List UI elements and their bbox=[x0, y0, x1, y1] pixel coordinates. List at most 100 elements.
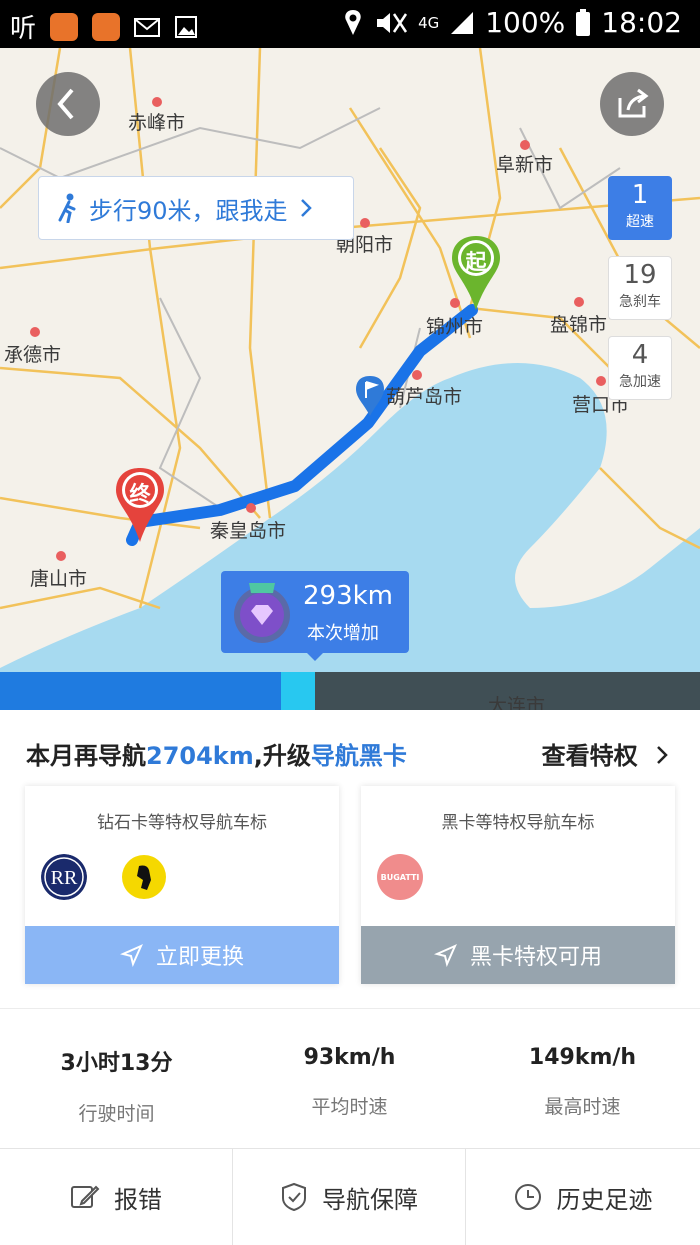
battery-icon bbox=[576, 8, 591, 36]
status-bar: 听 4G 100% 18:02 bbox=[0, 0, 700, 48]
distance-added-bubble: 293km 本次增加 bbox=[221, 571, 409, 661]
report-error-button[interactable]: 报错 bbox=[0, 1149, 233, 1245]
city-dot bbox=[520, 140, 530, 150]
walk-guide-banner[interactable]: 步行90米，跟我走 bbox=[38, 176, 354, 240]
view-privileges-link[interactable]: 查看特权 bbox=[542, 736, 670, 771]
avg-speed-value: 93km/h bbox=[303, 1045, 396, 1070]
back-button[interactable] bbox=[36, 72, 100, 136]
stat-max-speed: 149km/h 最高时速 bbox=[466, 1045, 699, 1119]
city-dot bbox=[596, 376, 606, 386]
mail-icon bbox=[134, 17, 161, 37]
battery-percent: 100% bbox=[485, 6, 566, 39]
upgrade-message: 本月再导航2704km,升级导航黑卡 bbox=[26, 736, 407, 771]
city-dot bbox=[360, 218, 370, 228]
share-icon bbox=[618, 88, 649, 118]
upgrade-middle: ,升级 bbox=[253, 742, 311, 770]
history-label: 历史足迹 bbox=[556, 1185, 653, 1214]
end-marker-label: 终 bbox=[129, 482, 151, 506]
diamond-badge-title: 钻石卡等特权导航车标 bbox=[97, 813, 267, 833]
avg-speed-label: 平均时速 bbox=[311, 1096, 388, 1118]
navigation-arrow-icon bbox=[119, 944, 143, 967]
bugatti-logo-text: BUGATTI bbox=[380, 872, 420, 882]
edit-icon bbox=[71, 1185, 100, 1208]
overspeed-label: 超速 bbox=[626, 214, 654, 230]
gallery-icon bbox=[175, 15, 198, 38]
diamond-medal-icon bbox=[234, 583, 290, 643]
navigation-arrow-icon bbox=[433, 944, 457, 967]
flag-marker-icon[interactable] bbox=[354, 374, 386, 418]
shield-check-icon bbox=[282, 1182, 306, 1212]
max-speed-label: 最高时速 bbox=[544, 1096, 621, 1118]
hard-brake-label: 急刹车 bbox=[619, 294, 661, 310]
change-badge-label: 立即更换 bbox=[155, 945, 244, 970]
clock-icon bbox=[514, 1184, 541, 1210]
city-dot bbox=[152, 97, 162, 107]
walking-person-icon bbox=[58, 193, 76, 223]
upgrade-tier: 导航黑卡 bbox=[310, 742, 407, 770]
bubble-pointer bbox=[305, 651, 325, 661]
city-qinhuangdao: 秦皇岛市 bbox=[210, 520, 287, 542]
overspeed-chip[interactable]: 1 超速 bbox=[608, 176, 672, 240]
chevron-left-icon bbox=[57, 88, 74, 120]
signal-icon bbox=[451, 11, 474, 34]
city-chengde: 承德市 bbox=[4, 344, 62, 366]
hard-brake-chip[interactable]: 19 急刹车 bbox=[608, 256, 672, 320]
view-privileges-label: 查看特权 bbox=[541, 742, 638, 770]
upgrade-card: 本月再导航2704km,升级导航黑卡 查看特权 钻石卡等特权导航车标 RR 立即… bbox=[0, 710, 700, 1008]
black-card-privilege-label: 黑卡特权可用 bbox=[469, 945, 602, 970]
chevron-right-icon bbox=[657, 746, 668, 764]
max-speed-value: 149km/h bbox=[528, 1045, 637, 1070]
rolls-royce-logo-icon: RR bbox=[41, 854, 87, 900]
stat-avg-speed: 93km/h 平均时速 bbox=[233, 1045, 466, 1119]
city-dot bbox=[56, 551, 66, 561]
city-fuxin: 阜新市 bbox=[496, 154, 554, 176]
drive-time-value: 3小时13分 bbox=[60, 1051, 173, 1076]
overspeed-count: 1 bbox=[631, 180, 649, 210]
trip-stats: 3小时13分 行驶时间 93km/h 平均时速 149km/h 最高时速 bbox=[0, 1008, 700, 1149]
rapid-accel-count: 4 bbox=[631, 340, 649, 370]
upgrade-prefix: 本月再导航 bbox=[26, 742, 146, 770]
ferrari-logo-icon bbox=[122, 855, 166, 899]
city-jinzhou: 锦州市 bbox=[426, 316, 484, 338]
nav-guarantee-label: 导航保障 bbox=[322, 1185, 418, 1214]
rapid-accel-label: 急加速 bbox=[619, 374, 661, 390]
didi-notification-icon bbox=[50, 12, 79, 41]
end-marker[interactable]: 终 bbox=[114, 466, 166, 546]
mute-icon bbox=[377, 12, 408, 33]
upgrade-distance: 2704km bbox=[146, 742, 254, 770]
network-label: 4G bbox=[418, 13, 440, 32]
bottom-actions: 报错 导航保障 历史足迹 bbox=[0, 1148, 700, 1245]
city-chifeng: 赤峰市 bbox=[128, 112, 186, 134]
distance-added-value: 293km bbox=[303, 581, 394, 611]
nav-guarantee-button[interactable]: 导航保障 bbox=[233, 1149, 466, 1245]
black-card-privilege-button[interactable]: 黑卡特权可用 bbox=[361, 926, 675, 984]
city-dot bbox=[30, 327, 40, 337]
start-marker-label: 起 bbox=[465, 250, 487, 274]
report-error-label: 报错 bbox=[114, 1185, 162, 1214]
clock: 18:02 bbox=[601, 6, 682, 39]
city-dot bbox=[412, 370, 422, 380]
city-huludao: 葫芦岛市 bbox=[386, 386, 463, 408]
share-button[interactable] bbox=[600, 72, 664, 136]
status-app-glyph: 听 bbox=[10, 14, 37, 44]
rapid-accel-chip[interactable]: 4 急加速 bbox=[608, 336, 672, 400]
history-button[interactable]: 历史足迹 bbox=[466, 1149, 699, 1245]
city-dalian: 大连市 bbox=[488, 695, 546, 710]
distance-added-label: 本次增加 bbox=[307, 623, 379, 644]
city-dot bbox=[246, 503, 256, 513]
walk-guide-text: 步行90米，跟我走 bbox=[89, 196, 288, 225]
tier-progress-bar bbox=[0, 672, 700, 710]
progress-fill bbox=[0, 672, 281, 710]
city-dot bbox=[574, 297, 584, 307]
chevron-right-icon bbox=[300, 199, 312, 217]
progress-tip bbox=[281, 672, 315, 710]
start-marker[interactable]: 起 bbox=[450, 234, 502, 314]
drive-time-label: 行驶时间 bbox=[78, 1103, 155, 1125]
didi-notification-icon-2 bbox=[92, 12, 121, 41]
bugatti-logo-icon: BUGATTI bbox=[377, 854, 423, 900]
diamond-badge-card: 钻石卡等特权导航车标 RR 立即更换 bbox=[25, 786, 339, 984]
black-badge-title: 黑卡等特权导航车标 bbox=[441, 813, 595, 833]
location-icon bbox=[345, 9, 361, 35]
change-badge-button[interactable]: 立即更换 bbox=[25, 926, 339, 984]
hard-brake-count: 19 bbox=[623, 260, 657, 290]
